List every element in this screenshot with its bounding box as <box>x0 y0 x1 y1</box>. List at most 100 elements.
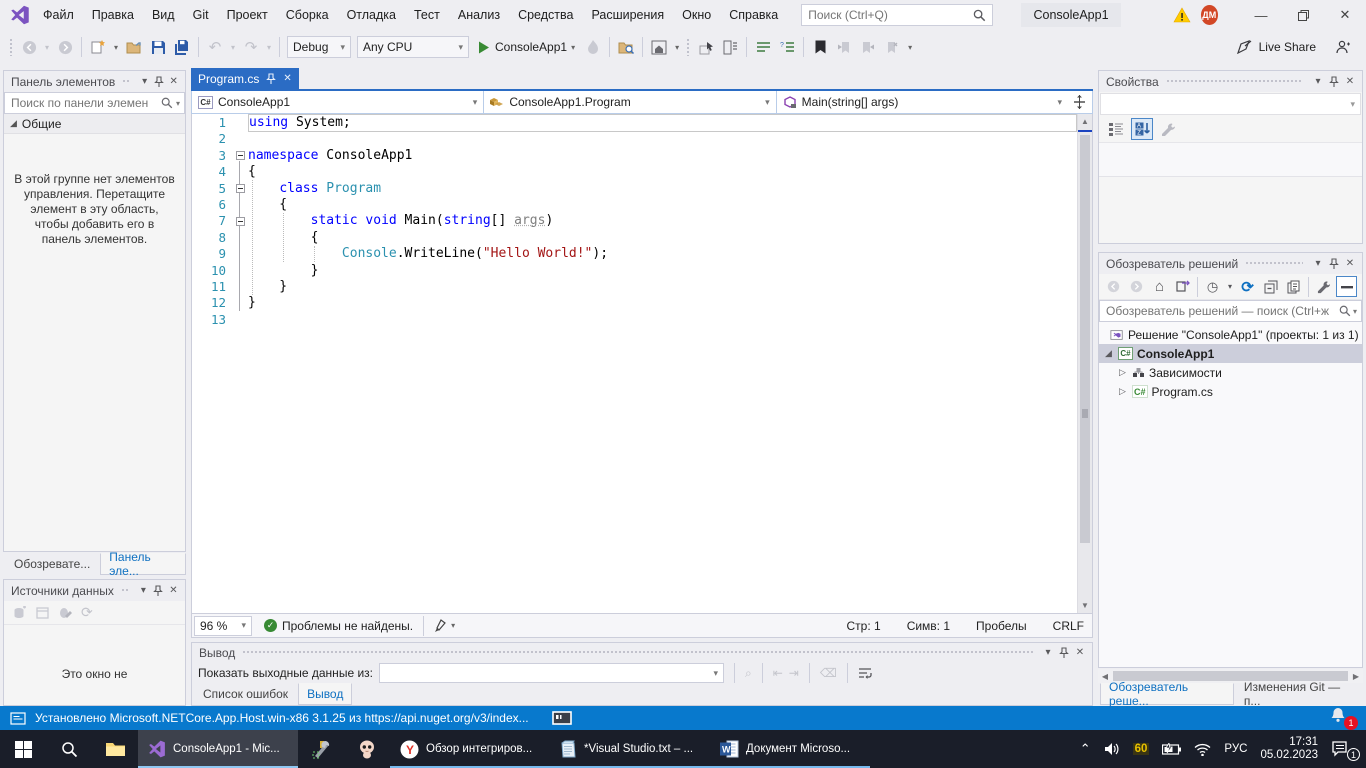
code-line-8[interactable]: 8 { <box>192 230 1077 246</box>
se-pending-dropdown-icon[interactable]: ▾ <box>1225 276 1235 297</box>
collapse-region-icon[interactable] <box>236 217 245 226</box>
start-button[interactable] <box>0 730 46 768</box>
next-message-icon[interactable]: ⇥ <box>789 666 799 680</box>
uncomment-lines-icon[interactable]: ? <box>775 35 799 59</box>
clear-output-icon[interactable]: ⌫ <box>820 666 837 680</box>
solution-explorer-menu-icon[interactable]: ▾ <box>1310 256 1326 272</box>
output-source-combobox[interactable]: ▾ <box>379 663 724 683</box>
warning-icon[interactable] <box>1173 7 1191 23</box>
menu-справка[interactable]: Справка <box>720 0 787 30</box>
bookmark-icon[interactable] <box>808 35 832 59</box>
code-line-6[interactable]: 6 { <box>192 197 1077 213</box>
start-debugging-button[interactable]: ConsoleApp1 ▾ <box>472 35 581 59</box>
tray-language[interactable]: РУС <box>1224 743 1247 755</box>
battery-icon[interactable] <box>1162 743 1181 755</box>
toolbar-grip2[interactable] <box>686 38 691 56</box>
taskbar-window-yandex[interactable]: Y Обзор интегриров... <box>390 730 550 768</box>
search-icon[interactable] <box>973 9 986 22</box>
solution-explorer-close-icon[interactable]: ✕ <box>1342 256 1358 272</box>
properties-close-icon[interactable]: ✕ <box>1342 74 1358 90</box>
code-line-9[interactable]: 9 Console.WriteLine("Hello World!"); <box>192 246 1077 262</box>
tab-solution-explorer[interactable]: Обозреватель реше... <box>1100 683 1234 705</box>
solution-search-input[interactable] <box>1106 304 1339 318</box>
add-data-source-icon[interactable] <box>12 606 27 620</box>
menu-анализ[interactable]: Анализ <box>449 0 509 30</box>
refresh-data-source-icon[interactable]: ⟳ <box>81 604 93 621</box>
status-whitespace[interactable]: Пробелы <box>976 619 1027 633</box>
document-outline-icon[interactable] <box>718 35 742 59</box>
menu-сборка[interactable]: Сборка <box>277 0 338 30</box>
tab-toolbox[interactable]: Панель эле... <box>100 553 186 575</box>
tab-output[interactable]: Вывод <box>298 683 352 705</box>
solution-explorer-titlebar[interactable]: Обозреватель решений ▾ ✕ <box>1099 253 1362 274</box>
comment-lines-icon[interactable] <box>751 35 775 59</box>
code-cleanup-dropdown-icon[interactable]: ▾ <box>451 621 455 630</box>
toolbar-grip[interactable] <box>9 38 14 56</box>
tree-item-dependencies[interactable]: ▷ Зависимости <box>1099 363 1362 382</box>
properties-menu-icon[interactable]: ▾ <box>1310 74 1326 90</box>
toolbox-search-icon[interactable] <box>161 97 173 109</box>
minimize-button[interactable]: — <box>1240 0 1282 30</box>
scroll-down-icon[interactable]: ▼ <box>1078 598 1092 613</box>
redo-icon[interactable]: ↷ <box>239 35 263 59</box>
file-explorer-button[interactable] <box>92 730 138 768</box>
notifications-bell[interactable]: 1 <box>1330 707 1356 729</box>
document-pin-icon[interactable] <box>266 73 276 85</box>
scrollbar-thumb[interactable] <box>1080 135 1090 543</box>
toolbox-titlebar[interactable]: Панель элементов ▾ ✕ <box>4 71 185 92</box>
health-check-icon[interactable]: ✓ <box>264 619 277 632</box>
editor-vertical-scrollbar[interactable]: ▲ ▼ <box>1077 114 1092 613</box>
bookmark-overflow-icon[interactable]: ▾ <box>904 35 916 59</box>
undo-icon[interactable]: ↶ <box>203 35 227 59</box>
feedback-person-icon[interactable] <box>1336 40 1350 54</box>
tree-item-program-cs[interactable]: ▷ C# Program.cs <box>1099 382 1362 401</box>
console-icon[interactable] <box>552 711 572 725</box>
menu-расширения[interactable]: Расширения <box>582 0 673 30</box>
toolbox-search-box[interactable]: ▾ <box>4 92 185 114</box>
prev-bookmark-icon[interactable] <box>832 35 856 59</box>
data-sources-titlebar[interactable]: Источники данных ▾ ✕ <box>4 580 185 601</box>
se-preview-selected-icon[interactable] <box>1283 276 1304 297</box>
toolbox-close-icon[interactable]: ✕ <box>166 74 181 90</box>
status-line-ending[interactable]: CRLF <box>1053 619 1084 633</box>
code-line-2[interactable]: 2 <box>192 131 1077 147</box>
output-titlebar[interactable]: Вывод ▾ ✕ <box>192 643 1092 662</box>
se-pending-changes-icon[interactable]: ◷ <box>1202 276 1223 297</box>
document-close-icon[interactable]: ✕ <box>283 73 291 84</box>
data-sources-menu-icon[interactable]: ▾ <box>136 583 151 599</box>
fold-margin[interactable] <box>232 213 248 229</box>
new-dropdown-icon[interactable]: ▾ <box>110 35 122 59</box>
new-project-icon[interactable] <box>86 35 110 59</box>
se-back-icon[interactable] <box>1103 276 1124 297</box>
save-icon[interactable] <box>146 35 170 59</box>
select-cursor-icon[interactable] <box>694 35 718 59</box>
action-center-button[interactable]: 1 <box>1331 741 1354 757</box>
menu-окно[interactable]: Окно <box>673 0 720 30</box>
data-sources-close-icon[interactable]: ✕ <box>166 583 181 599</box>
split-editor-button[interactable] <box>1068 91 1092 113</box>
open-file-icon[interactable] <box>122 35 146 59</box>
taskbar-tools-app-button[interactable] <box>298 730 344 768</box>
toolbox-search-input[interactable] <box>11 96 161 110</box>
code-line-5[interactable]: 5 class Program <box>192 181 1077 197</box>
menu-тест[interactable]: Тест <box>405 0 449 30</box>
find-message-icon[interactable]: ⌕ <box>745 666 752 681</box>
se-collapse-all-icon[interactable] <box>1260 276 1281 297</box>
taskbar-window-word[interactable]: W Документ Microso... <box>710 730 870 768</box>
properties-object-combobox[interactable]: ▾ <box>1100 93 1361 115</box>
toolbox-pin-icon[interactable] <box>152 74 167 90</box>
alphabetical-view-icon[interactable]: AZ <box>1131 118 1153 140</box>
taskbar-search-button[interactable] <box>46 730 92 768</box>
tree-item-project[interactable]: ◢ C# ConsoleApp1 <box>1099 344 1362 363</box>
volume-icon[interactable] <box>1104 742 1120 756</box>
data-sources-pin-icon[interactable] <box>151 583 166 599</box>
tray-clock[interactable]: 17:31 05.02.2023 <box>1260 736 1318 762</box>
fold-margin[interactable] <box>232 181 248 197</box>
code-line-4[interactable]: 4{ <box>192 164 1077 180</box>
taskbar-isaac-game-button[interactable] <box>344 730 390 768</box>
quick-search-input[interactable] <box>808 8 973 22</box>
solution-search-icon[interactable] <box>1339 305 1351 317</box>
fold-margin[interactable] <box>232 148 248 164</box>
solution-explorer-pin-icon[interactable] <box>1326 256 1342 272</box>
configuration-combobox[interactable]: Debug▾ <box>287 36 351 58</box>
